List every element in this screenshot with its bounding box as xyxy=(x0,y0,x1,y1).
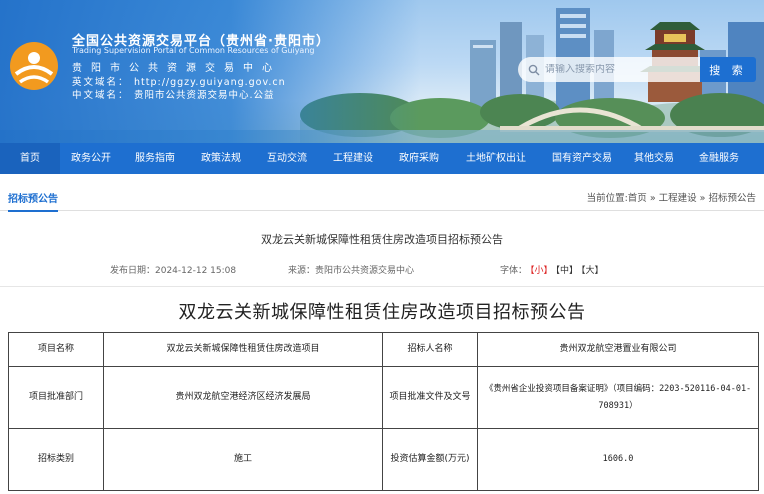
domain-cn-value: 贵阳市公共资源交易中心.公益 xyxy=(134,90,275,101)
table-cell: 《贵州省企业投资项目备案证明》（项目编码：2203-520116-04-01-7… xyxy=(477,366,759,429)
nav-item-land-mining[interactable]: 土地矿权出让 xyxy=(452,143,540,174)
table-cell: 项目批准文件及文号 xyxy=(382,366,478,429)
table-cell: 贵州双龙航空港置业有限公司 xyxy=(477,332,759,367)
project-info-table: 项目名称 双龙云关新城保障性租赁住房改造项目 招标人名称 贵州双龙航空港置业有限… xyxy=(8,332,759,491)
table-cell: 投资估算金额(万元) xyxy=(382,428,478,491)
nav-item-gov-affairs[interactable]: 政务公开 xyxy=(60,143,122,174)
nav-item-policies[interactable]: 政策法规 xyxy=(188,143,254,174)
font-size-label: 字体： xyxy=(500,266,528,276)
table-cell: 双龙云关新城保障性租赁住房改造项目 xyxy=(103,332,383,367)
publish-date: 发布日期：2024-12-12 15:08 xyxy=(110,266,237,276)
section-title[interactable]: 招标预公告 xyxy=(8,190,58,212)
font-size-switcher: 字体： 【小】 【中】 【大】 xyxy=(500,263,604,276)
site-logo-icon xyxy=(10,42,58,90)
domain-en: 英文域名： http://ggzy.guiyang.gov.cn xyxy=(72,74,286,88)
table-cell: 1606.0 xyxy=(477,428,759,491)
table-cell: 贵州双龙航空港经济区经济发展局 xyxy=(103,366,383,429)
table-cell: 招标类别 xyxy=(8,428,104,491)
search-icon xyxy=(528,64,540,75)
nav-item-engineering[interactable]: 工程建设 xyxy=(320,143,386,174)
domain-en-label: 英文域名： xyxy=(72,77,130,88)
font-small-button[interactable]: 【小】 xyxy=(530,266,553,276)
table-cell: 项目名称 xyxy=(8,332,104,367)
font-large-button[interactable]: 【大】 xyxy=(581,266,604,276)
site-name-cn: 贵阳市公共资源交易中心 xyxy=(72,63,281,74)
table-cell: 施工 xyxy=(103,428,383,491)
breadcrumb[interactable]: 当前位置:首页 » 工程建设 » 招标预公告 xyxy=(587,190,756,204)
article-header: 双龙云关新城保障性租赁住房改造项目招标预公告 发布日期：2024-12-12 1… xyxy=(0,211,764,287)
nav-item-gov-procurement[interactable]: 政府采购 xyxy=(386,143,452,174)
breadcrumb-bar: 招标预公告 当前位置:首页 » 工程建设 » 招标预公告 xyxy=(0,184,764,212)
search-box xyxy=(518,57,700,82)
nav-item-service-guide[interactable]: 服务指南 xyxy=(122,143,188,174)
nav-item-financial[interactable]: 金融服务 xyxy=(684,143,754,174)
table-row: 招标类别 施工 投资估算金额(万元) 1606.0 xyxy=(8,428,759,491)
table-row: 项目名称 双龙云关新城保障性租赁住房改造项目 招标人名称 贵州双龙航空港置业有限… xyxy=(8,332,759,367)
font-medium-button[interactable]: 【中】 xyxy=(556,266,579,276)
table-cell: 招标人名称 xyxy=(382,332,478,367)
article-source: 来源：贵阳市公共资源交易中心 xyxy=(288,266,415,276)
domain-cn: 中文域名： 贵阳市公共资源交易中心.公益 xyxy=(72,87,275,101)
article-title: 双龙云关新城保障性租赁住房改造项目招标预公告 xyxy=(261,233,503,246)
site-subtitle: Trading Supervision Portal of Common Res… xyxy=(72,46,315,55)
article-heading: 双龙云关新城保障性租赁住房改造项目招标预公告 xyxy=(178,302,586,323)
nav-item-other-trading[interactable]: 其他交易 xyxy=(624,143,684,174)
nav-item-interaction[interactable]: 互动交流 xyxy=(254,143,320,174)
table-cell: 项目批准部门 xyxy=(8,366,104,429)
domain-cn-label: 中文域名： xyxy=(72,90,130,101)
search-input[interactable] xyxy=(545,64,695,75)
nav-item-state-assets[interactable]: 国有资产交易 xyxy=(540,143,624,174)
search-button[interactable]: 搜 索 xyxy=(700,57,756,82)
table-row: 项目批准部门 贵州双龙航空港经济区经济发展局 项目批准文件及文号 《贵州省企业投… xyxy=(8,366,759,429)
main-nav: 首页 政务公开 服务指南 政策法规 互动交流 工程建设 政府采购 土地矿权出让 … xyxy=(0,143,764,174)
nav-item-home[interactable]: 首页 xyxy=(0,143,60,174)
header-banner: 全国公共资源交易平台（贵州省·贵阳市） Trading Supervision … xyxy=(0,0,764,143)
